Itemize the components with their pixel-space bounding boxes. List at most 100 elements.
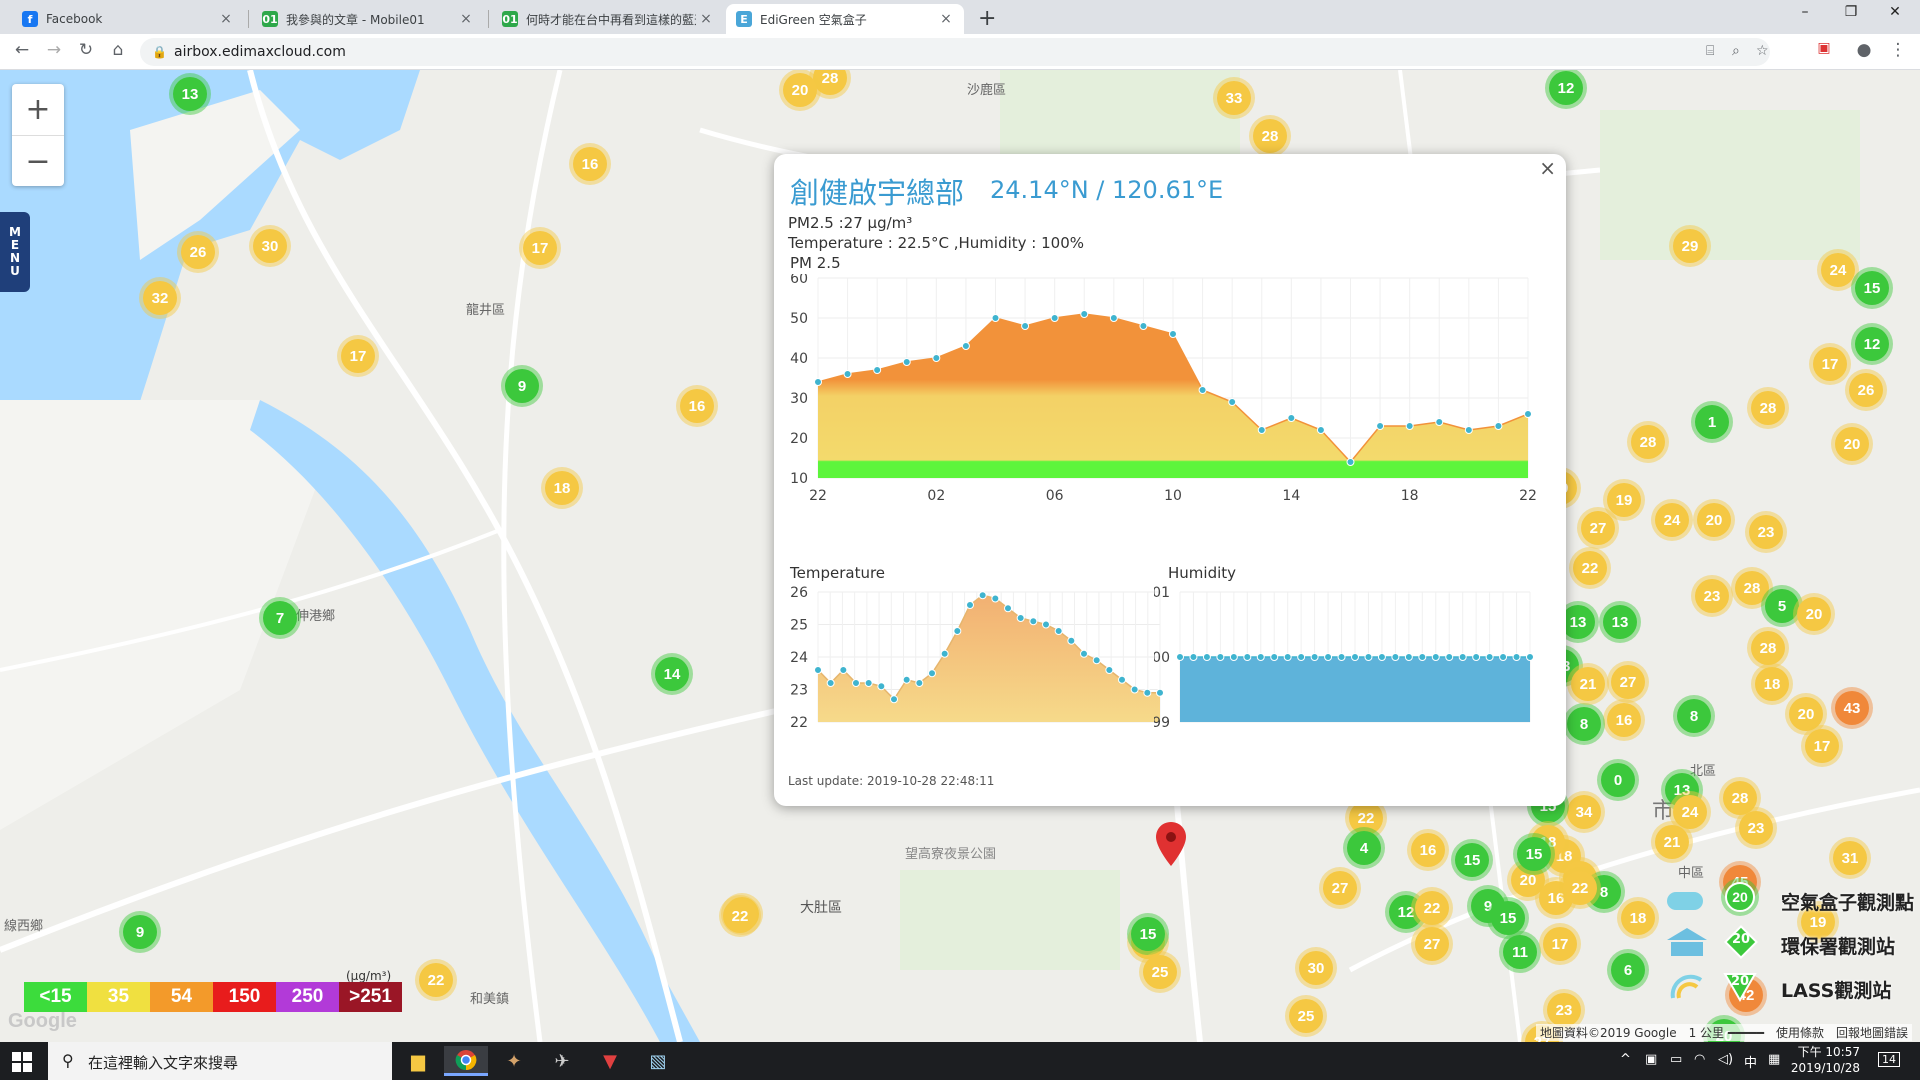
aqi-marker[interactable]: 9 xyxy=(505,369,539,403)
tray-expand-icon[interactable]: ^ xyxy=(1620,1052,1631,1067)
new-tab-button[interactable]: + xyxy=(978,6,996,31)
taskbar-search-box[interactable]: ⚲ 在這裡輸入文字來搜尋 xyxy=(48,1042,392,1080)
aqi-marker[interactable]: 16 xyxy=(1411,833,1445,867)
aqi-marker[interactable]: 30 xyxy=(253,229,287,263)
aqi-marker[interactable]: 23 xyxy=(1695,579,1729,613)
aqi-marker[interactable]: 25 xyxy=(1289,999,1323,1033)
tab-mobile01-bluesky[interactable]: 01 何時才能在台中再看到這樣的藍天 × xyxy=(492,4,724,34)
tab-mobile01-articles[interactable]: 01 我參與的文章 - Mobile01 × xyxy=(252,4,484,34)
aqi-marker[interactable]: 16 xyxy=(573,147,607,181)
tray-app-icon[interactable]: ▣ xyxy=(1645,1052,1657,1067)
tab-facebook[interactable]: f Facebook × xyxy=(12,4,244,34)
close-window-button[interactable]: ✕ xyxy=(1872,4,1918,20)
station-legend-lass[interactable]: 20 LASS觀測站 xyxy=(1665,968,1920,1008)
profile-icon[interactable]: ● xyxy=(1852,40,1876,60)
aqi-marker[interactable]: 27 xyxy=(1323,871,1357,905)
tab-close-icon[interactable]: × xyxy=(938,11,954,27)
input-language-indicator[interactable]: 中 xyxy=(1744,1052,1757,1071)
ime-icon[interactable]: ▦ xyxy=(1768,1052,1780,1067)
aqi-marker[interactable]: 17 xyxy=(1805,729,1839,763)
aqi-marker[interactable]: 1 xyxy=(1695,405,1729,439)
reload-icon[interactable]: ↻ xyxy=(74,40,98,60)
aqi-marker[interactable]: 28 xyxy=(1735,571,1769,605)
aqi-marker[interactable]: 20 xyxy=(1789,697,1823,731)
aqi-marker[interactable]: 23 xyxy=(1749,515,1783,549)
aqi-marker[interactable]: 23 xyxy=(1547,993,1581,1027)
aqi-marker[interactable]: 15 xyxy=(1455,843,1489,877)
aqi-marker[interactable]: 22 xyxy=(723,899,757,933)
aqi-marker[interactable]: 15 xyxy=(1491,901,1525,935)
app-icon[interactable]: ✈ xyxy=(540,1046,584,1076)
aqi-marker[interactable]: 21 xyxy=(1571,667,1605,701)
extension-icon[interactable]: ▣ xyxy=(1812,40,1836,56)
aqi-marker[interactable]: 17 xyxy=(341,339,375,373)
aqi-marker[interactable]: 27 xyxy=(1611,665,1645,699)
app-icon[interactable]: ✦ xyxy=(492,1046,536,1076)
tab-close-icon[interactable]: × xyxy=(458,11,474,27)
aqi-marker[interactable]: 31 xyxy=(1833,841,1867,875)
aqi-marker[interactable]: 18 xyxy=(1621,901,1655,935)
chrome-icon[interactable] xyxy=(444,1046,488,1076)
aqi-marker[interactable]: 13 xyxy=(1603,605,1637,639)
aqi-marker[interactable]: 17 xyxy=(1813,347,1847,381)
tab-edigreen[interactable]: E EdiGreen 空氣盒子 × xyxy=(726,4,964,34)
file-explorer-icon[interactable]: ▆ xyxy=(396,1046,440,1076)
tab-close-icon[interactable]: × xyxy=(218,11,234,27)
aqi-marker[interactable]: 27 xyxy=(1415,927,1449,961)
aqi-marker[interactable]: 24 xyxy=(1655,503,1689,537)
aqi-marker[interactable]: 30 xyxy=(1299,951,1333,985)
aqi-marker[interactable]: 22 xyxy=(1415,891,1449,925)
aqi-marker[interactable]: 24 xyxy=(1821,253,1855,287)
aqi-marker[interactable]: 19 xyxy=(1607,483,1641,517)
zoom-out-button[interactable]: − xyxy=(12,135,64,186)
aqi-marker[interactable]: 15 xyxy=(1131,917,1165,951)
app-icon[interactable]: ▼ xyxy=(588,1046,632,1076)
aqi-marker[interactable]: 6 xyxy=(1611,953,1645,987)
aqi-marker[interactable]: 18 xyxy=(545,471,579,505)
aqi-marker[interactable]: 20 xyxy=(1835,427,1869,461)
bookmark-star-icon[interactable]: ☆ xyxy=(1756,43,1769,59)
aqi-marker[interactable]: 24 xyxy=(1673,795,1707,829)
aqi-marker[interactable]: 22 xyxy=(1573,551,1607,585)
maximize-button[interactable]: ❐ xyxy=(1828,4,1874,20)
aqi-marker[interactable]: 15 xyxy=(1855,271,1889,305)
battery-icon[interactable]: ▭ xyxy=(1670,1052,1682,1067)
zoom-icon[interactable]: ⌕ xyxy=(1732,43,1740,59)
aqi-marker[interactable]: 9 xyxy=(123,915,157,949)
address-bar[interactable]: 🔒 airbox.edimaxcloud.com ⌸ ⌕ ☆ xyxy=(140,38,1770,66)
aqi-marker[interactable]: 13 xyxy=(1561,605,1595,639)
minimize-button[interactable]: – xyxy=(1782,4,1828,20)
aqi-marker[interactable]: 33 xyxy=(1217,81,1251,115)
aqi-marker[interactable]: 4 xyxy=(1347,831,1381,865)
aqi-marker[interactable]: 28 xyxy=(1631,425,1665,459)
forward-icon[interactable]: → xyxy=(42,40,66,60)
system-clock[interactable]: 下午 10:57 2019/10/28 xyxy=(1791,1044,1860,1076)
aqi-marker[interactable]: 15 xyxy=(1517,837,1551,871)
volume-icon[interactable]: ◁) xyxy=(1718,1052,1733,1067)
zoom-in-button[interactable]: + xyxy=(12,84,64,135)
aqi-marker[interactable]: 8 xyxy=(1677,699,1711,733)
aqi-marker[interactable]: 26 xyxy=(1849,373,1883,407)
aqi-marker[interactable]: 20 xyxy=(1797,597,1831,631)
chrome-menu-icon[interactable]: ⋮ xyxy=(1886,40,1910,60)
aqi-marker[interactable]: 7 xyxy=(263,601,297,635)
aqi-marker[interactable]: 18 xyxy=(1755,667,1789,701)
aqi-marker[interactable]: 28 xyxy=(1723,781,1757,815)
aqi-marker[interactable]: 14 xyxy=(655,657,689,691)
aqi-marker[interactable]: 28 xyxy=(1751,391,1785,425)
station-legend-airbox[interactable]: 20 空氣盒子觀測點 xyxy=(1665,880,1920,920)
aqi-marker[interactable]: 16 xyxy=(1607,703,1641,737)
aqi-marker[interactable]: 28 xyxy=(1751,631,1785,665)
aqi-marker[interactable]: 8 xyxy=(1567,707,1601,741)
translate-icon[interactable]: ⌸ xyxy=(1706,43,1714,59)
aqi-marker[interactable]: 25 xyxy=(1143,955,1177,989)
back-icon[interactable]: ← xyxy=(10,40,34,60)
aqi-marker[interactable]: 32 xyxy=(143,281,177,315)
aqi-marker[interactable]: 27 xyxy=(1581,511,1615,545)
aqi-marker[interactable]: 12 xyxy=(1549,71,1583,105)
aqi-marker[interactable]: 11 xyxy=(1503,935,1537,969)
aqi-marker[interactable]: 20 xyxy=(783,73,817,107)
aqi-marker[interactable]: 26 xyxy=(181,235,215,269)
aqi-marker[interactable]: 0 xyxy=(1601,763,1635,797)
aqi-marker[interactable]: 20 xyxy=(1697,503,1731,537)
